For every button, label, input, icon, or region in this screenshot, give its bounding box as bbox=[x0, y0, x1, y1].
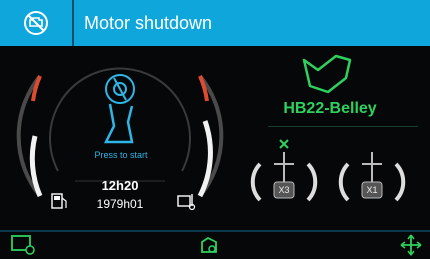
bottom-toolbar bbox=[0, 232, 430, 259]
fuel-icon bbox=[51, 193, 67, 209]
page-title: Motor shutdown bbox=[84, 12, 213, 33]
profile-divider bbox=[268, 126, 418, 127]
move-icon[interactable] bbox=[398, 233, 424, 257]
clock-time: 12h20 bbox=[101, 178, 139, 193]
engine-off-icon bbox=[24, 11, 48, 35]
profile-name[interactable]: HB22-Belley bbox=[275, 100, 385, 118]
temperature-icon bbox=[177, 194, 196, 211]
axle-front-label: X1 bbox=[366, 185, 378, 195]
axle-rear-widget[interactable] bbox=[248, 138, 320, 212]
start-key-icon bbox=[103, 74, 135, 144]
press-to-start-label: Press to start bbox=[94, 150, 148, 160]
title-bar: Motor shutdown bbox=[0, 0, 430, 46]
engine-off-button[interactable] bbox=[0, 0, 72, 46]
left-gauge-track bbox=[16, 74, 42, 198]
right-gauge-red bbox=[198, 75, 209, 102]
header-separator bbox=[72, 0, 74, 46]
close-x-icon bbox=[279, 139, 289, 149]
map-area-icon bbox=[302, 54, 352, 94]
axle-front-widget[interactable] bbox=[336, 138, 408, 212]
engine-icon[interactable] bbox=[198, 234, 222, 256]
left-gauge-red bbox=[31, 75, 42, 102]
axle-rear-label: X3 bbox=[278, 185, 290, 195]
vehicle-screen-icon[interactable] bbox=[10, 234, 38, 256]
engine-hours: 1979h01 bbox=[96, 197, 144, 211]
